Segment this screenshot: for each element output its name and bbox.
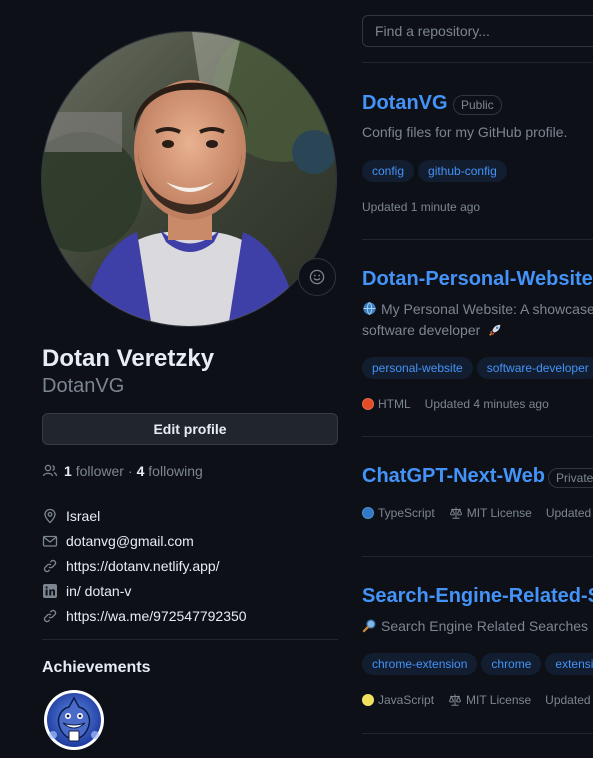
repo-link-search-engine[interactable]: Search-Engine-Related-Se — [362, 585, 593, 608]
language-color-dot — [362, 398, 374, 410]
language-color-dot — [362, 694, 374, 706]
repo-topics: personal-website software-developer — [362, 357, 593, 379]
followers-link[interactable]: 1 follower — [64, 463, 124, 479]
smiley-icon — [309, 269, 325, 285]
law-icon — [449, 506, 463, 520]
mail-icon — [42, 533, 58, 549]
profile-details: Israel dotanvg@gmail.com https://dotanv.… — [42, 503, 338, 628]
repo-description-text-line2: software developer — [362, 322, 481, 338]
location-text: Israel — [66, 507, 101, 524]
set-status-button[interactable] — [298, 258, 336, 296]
repo-description: Config files for my GitHub profile. — [362, 124, 568, 140]
topic-tag[interactable]: chrome-extension — [362, 653, 478, 675]
detail-location: Israel — [42, 503, 338, 528]
repo-divider — [362, 436, 593, 437]
repo-language: TypeScript — [378, 506, 435, 520]
repo-divider — [362, 239, 593, 240]
repo-description: My Personal Website: A showcase — [362, 299, 593, 322]
repo-topics: config github-config — [362, 160, 507, 182]
detail-email: dotanvg@gmail.com — [42, 528, 338, 553]
repo-license: MIT License — [466, 506, 532, 520]
whatsapp-link[interactable]: https://wa.me/972547792350 — [66, 608, 247, 624]
achievement-badge[interactable] — [43, 689, 105, 751]
repo-updated: Updated 1 minute ago — [362, 200, 481, 214]
repo-description-text: My Personal Website: A showcase — [381, 301, 593, 317]
email-link[interactable]: dotanvg@gmail.com — [66, 533, 194, 549]
repo-divider — [362, 556, 593, 557]
followers-count: 1 — [64, 463, 72, 479]
repo-list-divider — [362, 62, 593, 63]
following-label: following — [148, 463, 203, 479]
link-icon — [42, 608, 58, 624]
link-icon — [42, 558, 58, 574]
repo-meta: TypeScript MIT License Updated — [362, 506, 591, 520]
repo-license: MIT License — [466, 693, 532, 707]
repo-search-input[interactable] — [362, 15, 593, 47]
topic-tag[interactable]: extensi — [545, 653, 593, 675]
repo-updated: Updated — [545, 506, 592, 520]
repo-link-personal-website[interactable]: Dotan-Personal-Website — [362, 268, 593, 291]
repo-language: HTML — [378, 397, 411, 411]
edit-profile-button[interactable]: Edit profile — [42, 413, 338, 445]
following-count: 4 — [136, 463, 145, 479]
detail-website: https://dotanv.netlify.app/ — [42, 553, 338, 578]
repo-description-text: Search Engine Related Searches M — [381, 618, 593, 634]
topic-tag[interactable]: software-developer — [476, 357, 593, 379]
linkedin-icon — [42, 583, 58, 599]
follow-stats: 1 follower · 4 following — [42, 463, 203, 479]
topic-tag[interactable]: personal-website — [362, 357, 473, 379]
location-icon — [42, 508, 58, 524]
detail-whatsapp: https://wa.me/972547792350 — [42, 603, 338, 628]
repo-language: JavaScript — [378, 693, 435, 707]
profile-full-name: Dotan Veretzky — [42, 345, 215, 372]
language-color-dot — [362, 507, 374, 519]
profile-username: DotanVG — [42, 375, 125, 397]
repo-description: Search Engine Related Searches M — [362, 616, 593, 639]
sidebar-divider — [42, 639, 338, 640]
globe-icon — [362, 301, 377, 322]
repo-meta: HTML Updated 4 minutes ago — [362, 397, 549, 411]
visibility-badge: Public — [453, 95, 502, 115]
people-icon — [42, 464, 58, 477]
shark-badge-icon — [44, 690, 104, 750]
repo-updated: Updated — [545, 693, 591, 707]
repo-updated: Updated 4 minutes ago — [424, 397, 549, 411]
followers-label: follower — [75, 463, 124, 479]
achievements-heading: Achievements — [42, 659, 151, 676]
repo-topics: chrome-extension chrome extensi — [362, 653, 593, 675]
detail-linkedin: in/ dotan-v — [42, 578, 338, 603]
repo-link-chatgpt-next-web[interactable]: ChatGPT-Next-Web — [362, 465, 545, 488]
visibility-badge: Private — [548, 468, 593, 488]
avatar-container — [41, 31, 337, 327]
following-link[interactable]: 4 following — [137, 463, 203, 479]
topic-tag[interactable]: chrome — [481, 653, 542, 675]
follow-separator: · — [127, 463, 133, 479]
magnifier-icon — [362, 618, 377, 639]
repo-divider — [362, 733, 593, 734]
repo-meta: JavaScript MIT License Updated — [362, 693, 591, 707]
website-link[interactable]: https://dotanv.netlify.app/ — [66, 558, 220, 574]
linkedin-link[interactable]: in/ dotan-v — [66, 583, 131, 599]
repo-meta: Updated 1 minute ago — [362, 200, 480, 214]
topic-tag[interactable]: config — [362, 160, 415, 182]
topic-tag[interactable]: github-config — [418, 160, 507, 182]
repo-description-line2: software developer — [362, 320, 502, 343]
avatar-photo — [42, 32, 336, 326]
avatar[interactable] — [41, 31, 337, 327]
repo-link-dotanvg[interactable]: DotanVG — [362, 92, 448, 115]
law-icon — [448, 693, 462, 707]
rocket-icon — [488, 322, 502, 343]
